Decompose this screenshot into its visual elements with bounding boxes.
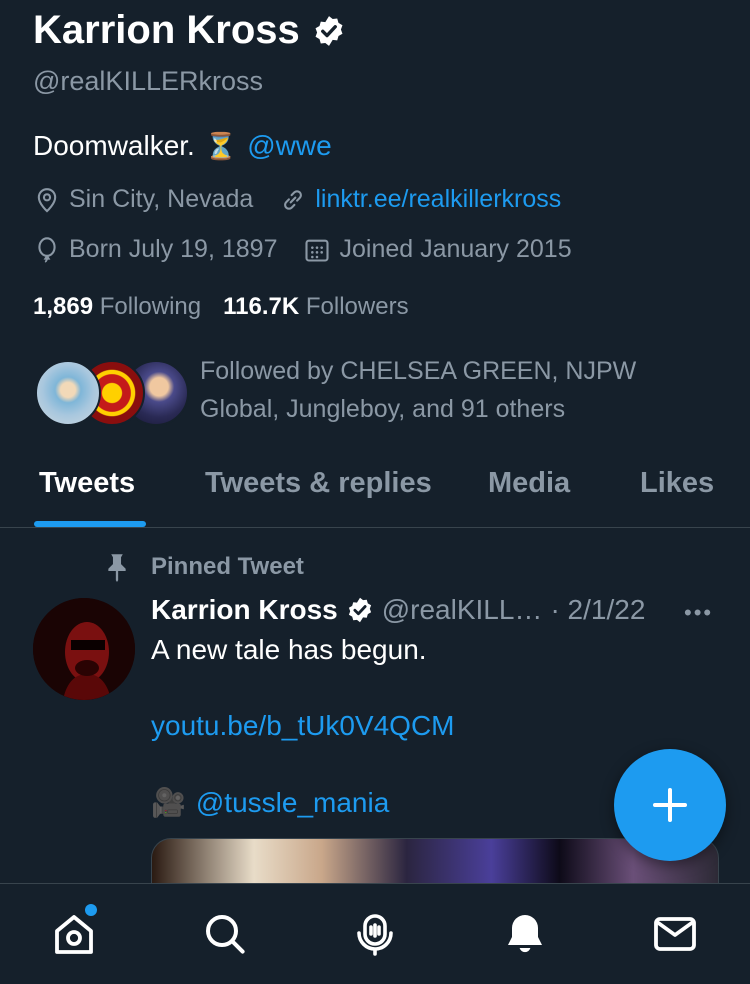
tweet-mention-link[interactable]: @tussle_mania — [196, 787, 389, 819]
following-count: 1,869 — [33, 293, 94, 320]
following-count-link[interactable]: 1,869 Following — [33, 293, 201, 321]
location: Sin City, Nevada — [33, 185, 253, 214]
profile-name: Karrion Kross — [33, 8, 346, 53]
following-label: Following — [99, 293, 202, 320]
bio-text: Doomwalker. — [33, 130, 195, 161]
bell-icon[interactable] — [501, 910, 549, 958]
tweet-header: Karrion Kross @realKILL… · 2/1/22 — [151, 594, 645, 626]
followers-count-link[interactable]: 116.7K Followers — [223, 293, 408, 321]
birthday: Born July 19, 1897 — [33, 235, 277, 264]
joined-text: Joined January 2015 — [339, 235, 572, 263]
website-link[interactable]: linktr.ee/realkillerkross — [315, 185, 561, 214]
plus-icon — [653, 788, 687, 822]
tweet-link[interactable]: youtu.be/b_tUk0V4QCM — [151, 710, 455, 742]
verified-badge-icon — [348, 597, 371, 623]
movie-camera-emoji: 🎥 — [151, 787, 186, 818]
tab-media[interactable]: Media — [488, 467, 570, 500]
pinned-tweet-label: Pinned Tweet — [103, 552, 304, 582]
location-pin-icon — [37, 187, 57, 212]
tab-tweets[interactable]: Tweets — [39, 467, 135, 500]
home-notification-dot — [85, 904, 97, 916]
verified-badge-icon — [315, 15, 343, 46]
pinned-tweet-text: Pinned Tweet — [151, 553, 304, 580]
followers-label: Followers — [305, 293, 409, 320]
active-tab-indicator — [34, 521, 146, 527]
followed-by-avatars[interactable] — [35, 360, 189, 426]
pin-icon — [108, 554, 126, 582]
avatar — [35, 360, 101, 426]
microphone-icon[interactable] — [351, 910, 399, 958]
followers-count: 116.7K — [223, 293, 300, 320]
search-icon[interactable] — [201, 910, 249, 958]
home-icon[interactable] — [50, 910, 98, 958]
joined: Joined January 2015 — [303, 235, 572, 264]
avatar-portrait — [33, 598, 135, 700]
tweet-more-button[interactable]: ••• — [684, 600, 713, 626]
tweet-credit: 🎥 @tussle_mania — [151, 786, 389, 819]
profile-name-text: Karrion Kross — [33, 8, 300, 52]
bio-mention-link[interactable]: @wwe — [247, 130, 331, 162]
follow-counts: 1,869 Following 116.7K Followers — [33, 293, 409, 321]
tweet-author-handle: @realKILL… — [381, 594, 543, 625]
tweet-date[interactable]: · 2/1/22 — [550, 594, 645, 626]
mail-icon[interactable] — [651, 910, 699, 958]
tweet-author-name[interactable]: Karrion Kross — [151, 594, 338, 626]
tab-tweets-replies[interactable]: Tweets & replies — [205, 467, 432, 500]
tweet-author-avatar[interactable] — [33, 598, 135, 700]
profile-meta-row-1: Sin City, Nevada linktr.ee/realkillerkro… — [33, 185, 587, 214]
tab-likes[interactable]: Likes — [640, 467, 714, 500]
tweet-text: A new tale has begun. — [151, 634, 427, 665]
profile-handle: @realKILLERkross — [33, 66, 263, 96]
profile-bio: Doomwalker. ⏳ @wwe — [33, 130, 332, 162]
compose-tweet-button[interactable] — [614, 749, 726, 861]
calendar-icon — [305, 239, 330, 262]
profile-tabs: Tweets Tweets & replies Media Likes — [0, 455, 750, 528]
bottom-nav — [0, 883, 750, 984]
followed-by-text[interactable]: Followed by CHELSEA GREEN, NJPW Global, … — [200, 352, 670, 428]
link-icon — [284, 189, 303, 210]
birthday-text: Born July 19, 1897 — [69, 235, 278, 263]
balloon-icon — [38, 236, 56, 263]
hourglass-emoji: ⏳ — [204, 130, 238, 161]
profile-meta-row-2: Born July 19, 1897 Joined January 2015 — [33, 235, 598, 264]
website[interactable]: linktr.ee/realkillerkross — [279, 185, 561, 214]
location-text: Sin City, Nevada — [69, 185, 254, 213]
